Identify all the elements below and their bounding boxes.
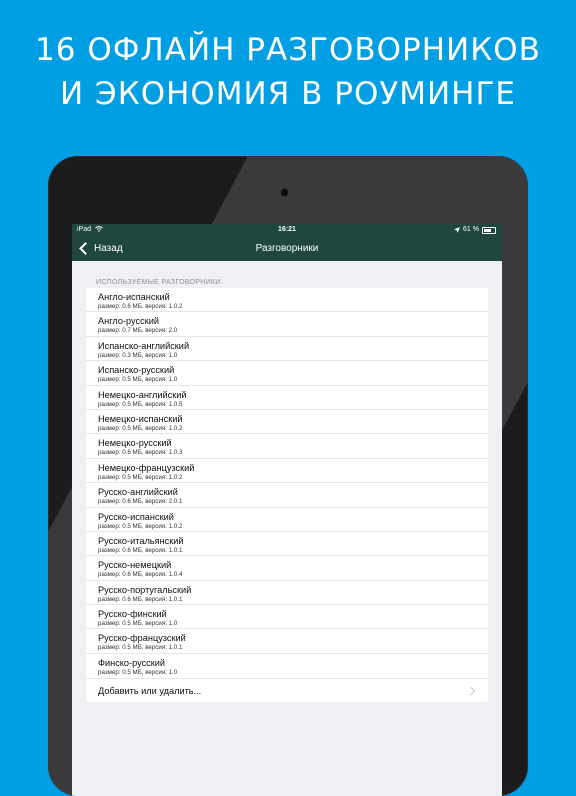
phrasebook-details: размер: 0.6 МБ, версия: 1.0.1 bbox=[98, 546, 183, 554]
phrasebook-title: Испанско-английский bbox=[98, 340, 190, 351]
phrasebook-table: ИСПОЛЬЗУЕМЫЕ РАЗГОВОРНИКИ Англо-испански… bbox=[72, 261, 502, 703]
status-bar: iPad 16:21 61 % bbox=[72, 224, 502, 236]
list-item[interactable]: Русско-немецкий размер: 0.6 МБ, версия: 1… bbox=[86, 556, 488, 581]
phrasebook-details: размер: 0.6 МБ, версия: 1.0.1 bbox=[98, 595, 183, 603]
phrasebook-title: Русско-английский bbox=[98, 487, 178, 498]
list-item[interactable]: Немецко-английский размер: 0.5 МБ, версия… bbox=[86, 386, 488, 410]
list-item[interactable]: Немецко-французский размер: 0.5 МБ, верси… bbox=[86, 459, 488, 484]
phrasebook-details: размер: 0.5 МБ, версия: 1.0 bbox=[98, 668, 178, 676]
phrasebook-title: Испанско-русский bbox=[98, 365, 175, 376]
status-time: 16:21 bbox=[278, 226, 296, 233]
app-screen: iPad 16:21 61 % Назад Разговорники ИСПОЛ… bbox=[72, 224, 502, 796]
phrasebook-title: Немецко-английский bbox=[98, 389, 187, 400]
phrasebook-details: размер: 0.5 МБ, версия: 1.0.2 bbox=[98, 473, 183, 481]
location-arrow-icon bbox=[454, 227, 461, 233]
list-item[interactable]: Немецко-русский размер: 0.6 МБ, версия: 1… bbox=[86, 434, 488, 459]
ipad-frame: iPad 16:21 61 % Назад Разговорники ИСПОЛ… bbox=[48, 156, 528, 796]
phrasebook-details: размер: 0.3 МБ, версия: 1.0 bbox=[98, 351, 178, 359]
phrasebook-title: Немецко-русский bbox=[98, 438, 172, 449]
phrasebook-title: Англо-русский bbox=[98, 316, 159, 327]
phrasebook-title: Русско-португальский bbox=[98, 584, 192, 595]
phrasebook-details: размер: 0.6 МБ, версия: 2.0.1 bbox=[98, 498, 183, 506]
phrasebook-details: размер: 0.5 МБ, версия: 1.0 bbox=[98, 376, 178, 384]
phrasebook-list: Англо-испанский размер: 0.6 МБ, версия: 1… bbox=[86, 288, 488, 679]
promo-headline: 16 ОФЛАЙН РАЗГОВОРНИКОВ И ЭКОНОМИЯ В РОУ… bbox=[0, 28, 576, 116]
navigation-bar: Назад Разговорники bbox=[72, 236, 502, 261]
list-item[interactable]: Англо-русский размер: 0.7 МБ, версия: 2.0 bbox=[86, 312, 488, 337]
phrasebook-title: Англо-испанский bbox=[98, 292, 170, 302]
camera-icon bbox=[280, 188, 289, 197]
phrasebook-title: Русско-французский bbox=[98, 633, 186, 644]
action-group: Добавить или удалить... bbox=[86, 678, 488, 703]
list-item[interactable]: Русско-итальянский размер: 0.6 МБ, версия… bbox=[86, 532, 488, 557]
headline-line-1: 16 ОФЛАЙН РАЗГОВОРНИКОВ bbox=[35, 32, 541, 68]
list-item[interactable]: Англо-испанский размер: 0.6 МБ, версия: 1… bbox=[86, 288, 488, 313]
add-remove-label: Добавить или удалить... bbox=[98, 685, 202, 696]
battery-icon bbox=[482, 226, 496, 234]
list-item[interactable]: Испанско-английский размер: 0.3 МБ, верси… bbox=[86, 337, 488, 362]
list-item[interactable]: Русско-французский размер: 0.5 МБ, версия… bbox=[86, 629, 488, 654]
phrasebook-details: размер: 0.6 МБ, версия: 1.0.4 bbox=[98, 571, 183, 579]
list-item[interactable]: Русско-английский размер: 0.6 МБ, версия:… bbox=[86, 483, 488, 508]
chevron-right-icon bbox=[466, 686, 476, 695]
status-right: 61 % bbox=[454, 224, 496, 236]
phrasebook-title: Русско-немецкий bbox=[98, 560, 172, 571]
phrasebook-details: размер: 0.5 МБ, версия: 1.0 bbox=[98, 620, 178, 628]
phrasebook-details: размер: 0.5 МБ, версия: 1.0.2 bbox=[98, 424, 183, 432]
headline-line-2: И ЭКОНОМИЯ В РОУМИНГЕ bbox=[60, 76, 516, 112]
list-item[interactable]: Русско-португальский размер: 0.6 МБ, верс… bbox=[86, 581, 488, 606]
list-item[interactable]: Немецко-испанский размер: 0.5 МБ, версия:… bbox=[86, 410, 488, 435]
list-item[interactable]: Русско-испанский размер: 0.5 МБ, версия: … bbox=[86, 508, 488, 532]
phrasebook-title: Немецко-испанский bbox=[98, 413, 183, 424]
phrasebook-details: размер: 0.7 МБ, версия: 2.0 bbox=[98, 327, 178, 335]
battery-percent: 61 % bbox=[463, 226, 479, 233]
phrasebook-details: размер: 0.5 МБ, версия: 1.0.2 bbox=[98, 522, 183, 530]
back-button[interactable]: Назад bbox=[78, 236, 123, 261]
phrasebook-details: размер: 0.6 МБ, версия: 1.0.3 bbox=[98, 449, 183, 457]
list-item[interactable]: Финско-русский размер: 0.5 МБ, версия: 1.… bbox=[86, 654, 488, 678]
phrasebook-title: Русско-испанский bbox=[98, 511, 174, 522]
content-area[interactable]: ИСПОЛЬЗУЕМЫЕ РАЗГОВОРНИКИ Англо-испански… bbox=[72, 261, 502, 796]
section-header: ИСПОЛЬЗУЕМЫЕ РАЗГОВОРНИКИ bbox=[96, 279, 221, 286]
list-item[interactable]: Испанско-русский размер: 0.5 МБ, версия: … bbox=[86, 361, 488, 386]
chevron-left-icon bbox=[79, 242, 92, 255]
phrasebook-details: размер: 0.5 МБ, версия: 1.0.5 bbox=[98, 400, 183, 408]
phrasebook-details: размер: 0.5 МБ, версия: 1.0.1 bbox=[98, 644, 183, 652]
page-title: Разговорники bbox=[255, 243, 319, 254]
phrasebook-title: Финско-русский bbox=[98, 657, 166, 668]
back-label: Назад bbox=[94, 243, 123, 254]
add-remove-button[interactable]: Добавить или удалить... bbox=[86, 678, 488, 702]
phrasebook-title: Русско-финский bbox=[98, 609, 167, 620]
phrasebook-title: Русско-итальянский bbox=[98, 535, 184, 546]
list-item[interactable]: Русско-финский размер: 0.5 МБ, версия: 1.… bbox=[86, 605, 488, 630]
phrasebook-details: размер: 0.6 МБ, версия: 1.0.2 bbox=[98, 303, 183, 310]
phrasebook-title: Немецко-французский bbox=[98, 462, 195, 473]
